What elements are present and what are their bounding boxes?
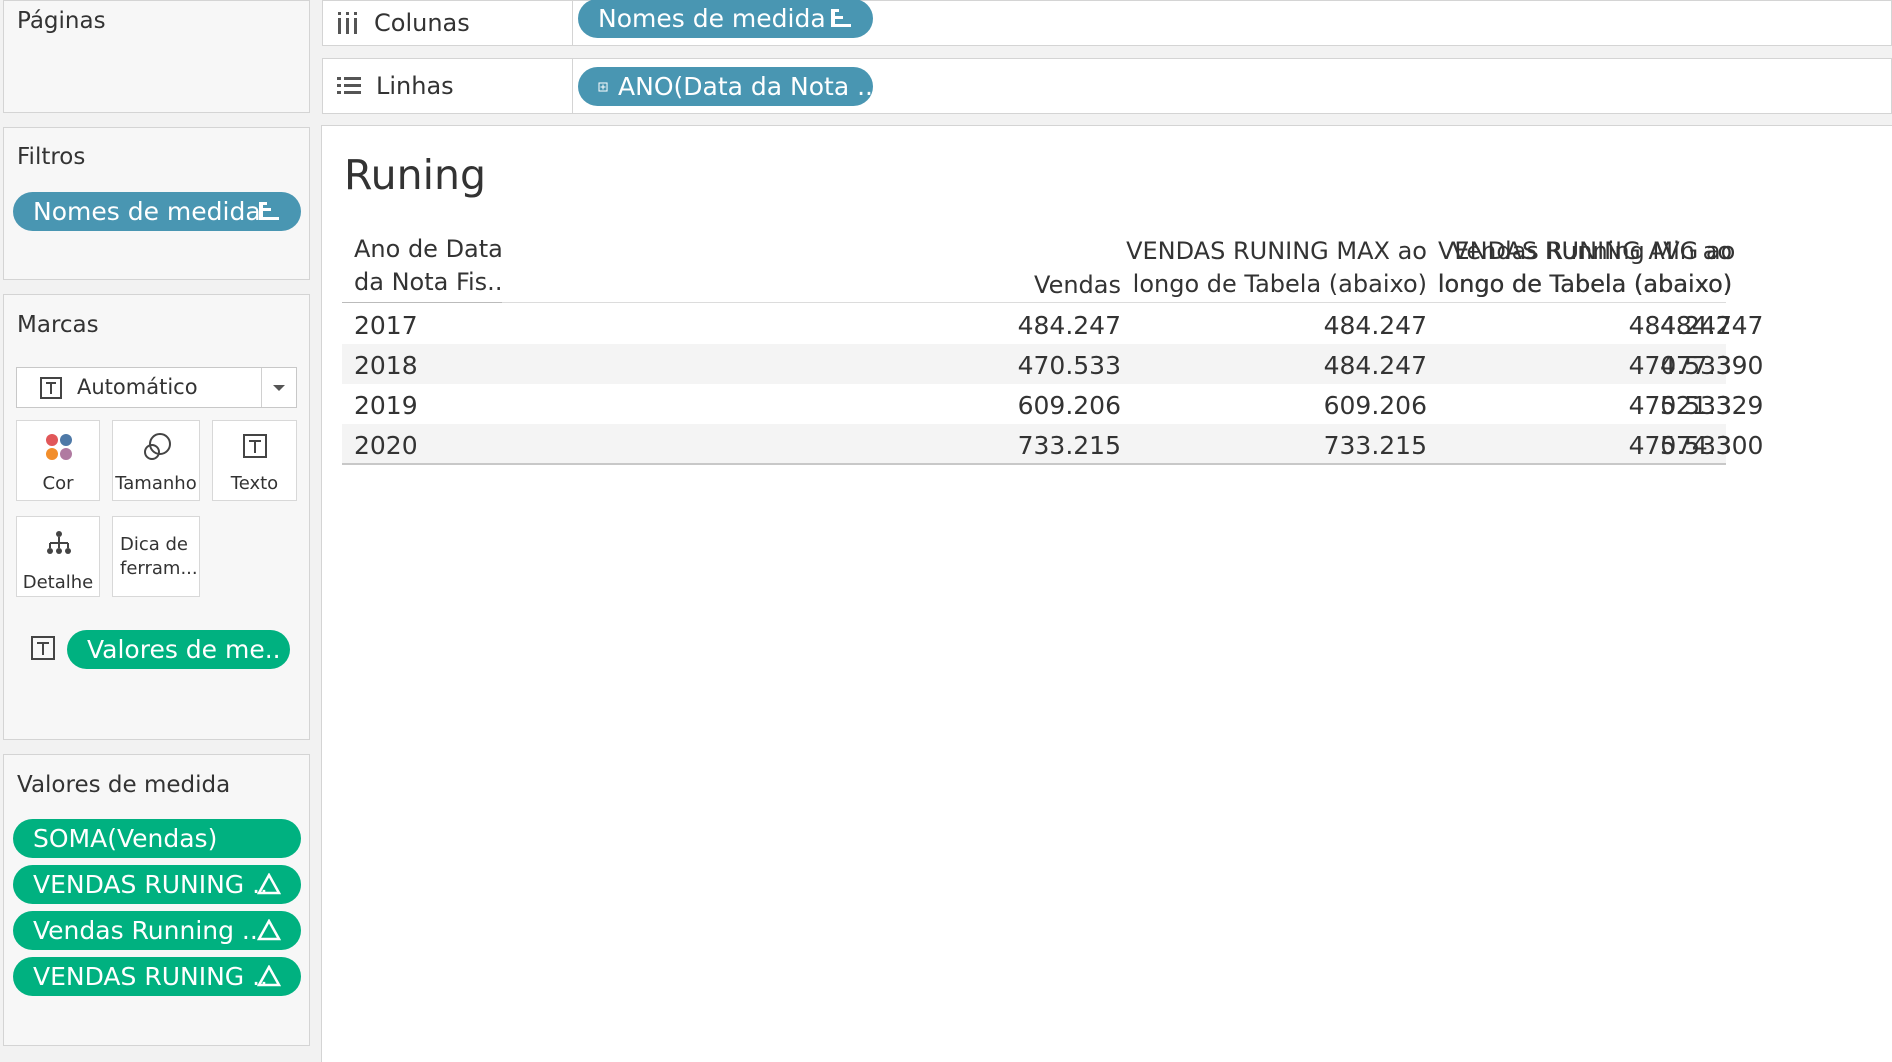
text-encoding-pill[interactable]: Valores de me.. bbox=[67, 630, 290, 669]
measure-pill-label: Vendas Running .. bbox=[33, 916, 258, 945]
tooltip-card-label-line1: Dica de bbox=[120, 534, 189, 555]
cell-avg: 484.247 bbox=[1660, 311, 1764, 340]
pages-panel[interactable]: Páginas bbox=[3, 0, 310, 113]
columns-icon bbox=[338, 12, 357, 34]
size-card[interactable]: Tamanho bbox=[112, 420, 200, 501]
header-running-avg-line1: VENDAS RUNING AVG ao bbox=[1438, 237, 1736, 265]
columns-shelf[interactable]: Colunas Nomes de medida bbox=[322, 0, 1892, 46]
dropdown-divider bbox=[261, 368, 262, 407]
rows-shelf[interactable]: Linhas ANO(Data da Nota .. bbox=[322, 58, 1892, 114]
expand-plus-icon[interactable] bbox=[598, 77, 608, 97]
rows-pill-label: ANO(Data da Nota .. bbox=[618, 72, 873, 101]
marks-panel[interactable]: Marcas Automático Cor Tamanho Texto Deta… bbox=[3, 294, 310, 740]
rows-label-text: Linhas bbox=[376, 72, 454, 100]
tooltip-card[interactable]: Dica de ferram... bbox=[112, 516, 200, 597]
mark-type-dropdown[interactable]: Automático bbox=[16, 367, 297, 408]
filters-title: Filtros bbox=[17, 144, 86, 170]
text-encoding-icon bbox=[31, 636, 55, 660]
measure-pill-running-min[interactable]: Vendas Running .. bbox=[13, 911, 301, 950]
header-year-line1: Ano de Data bbox=[354, 235, 503, 263]
detail-card-label: Detalhe bbox=[22, 572, 94, 593]
color-card-label: Cor bbox=[42, 473, 74, 494]
rows-pill-year[interactable]: ANO(Data da Nota .. bbox=[578, 67, 873, 106]
rows-icon bbox=[337, 77, 361, 94]
text-encoding-pill-label: Valores de me.. bbox=[87, 635, 281, 664]
table-calc-delta-icon bbox=[257, 919, 281, 941]
tooltip-card-label-line2: ferram... bbox=[120, 558, 198, 579]
cell-avg: 521.329 bbox=[1660, 391, 1764, 420]
table-calc-delta-icon bbox=[257, 873, 281, 895]
measure-pill-running-avg[interactable]: VENDAS RUNING .. bbox=[13, 957, 301, 996]
header-running-max-line2: longo de Tabela (abaixo) bbox=[1132, 270, 1427, 298]
measure-pill-label: VENDAS RUNING .. bbox=[33, 870, 268, 899]
filter-pill-label: Nomes de medida bbox=[33, 197, 261, 226]
filters-panel[interactable]: Filtros Nomes de medida bbox=[3, 127, 310, 280]
measure-pill-label: VENDAS RUNING .. bbox=[33, 962, 268, 991]
cell-year: 2020 bbox=[354, 431, 418, 460]
measure-values-panel[interactable]: Valores de medida SOMA(Vendas) VENDAS RU… bbox=[3, 754, 310, 1046]
columns-pill-measure-names[interactable]: Nomes de medida bbox=[578, 0, 873, 38]
header-year-line2: da Nota Fis.. bbox=[354, 268, 503, 296]
color-icon bbox=[46, 434, 72, 460]
chevron-down-icon[interactable] bbox=[271, 382, 287, 394]
pages-title: Páginas bbox=[17, 8, 106, 34]
marks-title: Marcas bbox=[17, 312, 99, 338]
cell-vendas: 733.215 bbox=[1017, 431, 1121, 460]
text-card-label: Texto bbox=[230, 473, 279, 494]
text-card[interactable]: Texto bbox=[212, 420, 297, 501]
size-card-label: Tamanho bbox=[115, 473, 197, 494]
cell-max: 609.206 bbox=[1323, 391, 1427, 420]
color-card[interactable]: Cor bbox=[16, 420, 100, 501]
cell-vendas: 470.533 bbox=[1017, 351, 1121, 380]
cell-avg: 477.390 bbox=[1660, 351, 1764, 380]
columns-label-text: Colunas bbox=[374, 9, 470, 37]
header-separator bbox=[502, 302, 1726, 303]
header-year-underline bbox=[342, 302, 502, 303]
cell-max: 484.247 bbox=[1323, 311, 1427, 340]
table-bottom-line bbox=[342, 463, 1726, 465]
cell-avg: 574.300 bbox=[1660, 431, 1764, 460]
text-mark-icon bbox=[40, 377, 62, 399]
cell-year: 2017 bbox=[354, 311, 418, 340]
cell-vendas: 609.206 bbox=[1017, 391, 1121, 420]
mark-type-label: Automático bbox=[77, 375, 198, 399]
worksheet-view[interactable]: Runing Ano de Data da Nota Fis.. Vendas … bbox=[321, 125, 1892, 1062]
cell-vendas: 484.247 bbox=[1017, 311, 1121, 340]
header-running-avg-line2: longo de Tabela (abaixo) bbox=[1438, 270, 1733, 298]
table-calc-delta-icon bbox=[257, 965, 281, 987]
measure-pill-running-max[interactable]: VENDAS RUNING .. bbox=[13, 865, 301, 904]
measure-values-title: Valores de medida bbox=[17, 772, 231, 798]
sort-icon bbox=[259, 202, 279, 220]
rows-shelf-label: Linhas bbox=[323, 59, 573, 113]
text-icon bbox=[243, 434, 267, 458]
detail-icon bbox=[47, 531, 71, 554]
columns-pill-label: Nomes de medida bbox=[598, 4, 826, 33]
header-vendas: Vendas bbox=[1034, 271, 1121, 299]
cell-year: 2019 bbox=[354, 391, 418, 420]
measure-pill-label: SOMA(Vendas) bbox=[33, 824, 218, 853]
worksheet-title: Runing bbox=[344, 151, 487, 199]
size-icon bbox=[144, 433, 171, 460]
sort-icon bbox=[831, 9, 851, 27]
header-running-max-line1: VENDAS RUNING MAX ao bbox=[1126, 237, 1427, 265]
cell-year: 2018 bbox=[354, 351, 418, 380]
columns-shelf-label: Colunas bbox=[323, 1, 573, 45]
filter-pill-measure-names[interactable]: Nomes de medida bbox=[13, 192, 301, 231]
cell-max: 733.215 bbox=[1323, 431, 1427, 460]
detail-card[interactable]: Detalhe bbox=[16, 516, 100, 597]
cell-max: 484.247 bbox=[1323, 351, 1427, 380]
measure-pill-soma-vendas[interactable]: SOMA(Vendas) bbox=[13, 819, 301, 858]
